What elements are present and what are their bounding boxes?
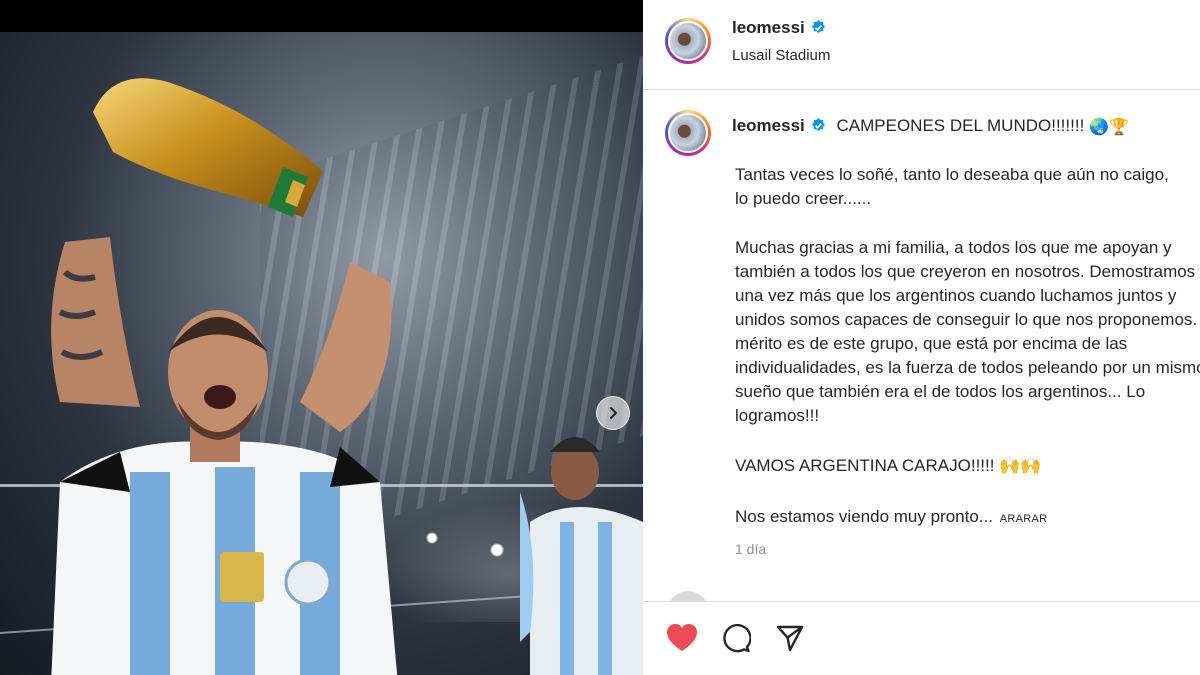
caption-line: unidos somos capaces de conseguir lo que… (735, 310, 1200, 329)
world-cup-trophy (78, 72, 348, 242)
caption-avatar[interactable] (665, 110, 711, 156)
comment-icon (723, 623, 751, 653)
post-details-panel: leomessi Lusail Stadium leomessi CAMPEON… (643, 0, 1200, 675)
actions-divider (643, 601, 1200, 602)
action-bar (665, 620, 807, 656)
caption-line: Tantas veces lo soñé, tanto lo deseaba q… (735, 165, 1169, 184)
post-media[interactable] (0, 0, 643, 675)
caption-text: Nos estamos viendo muy pronto... (735, 507, 993, 526)
share-button[interactable] (773, 621, 807, 655)
caption-title-emojis: 🌏🏆 (1089, 119, 1129, 136)
caption-line: una vez más que los argentinos cuando lu… (735, 286, 1177, 305)
caption-line: mérito es de este grupo, que está por en… (735, 334, 1128, 353)
share-icon (776, 625, 804, 652)
caption-line: individualidades, es la fuerza de todos … (735, 358, 1200, 377)
verified-badge-icon (811, 118, 825, 132)
player-figure (40, 232, 460, 675)
caption-line: VAMOS ARGENTINA CARAJO!!!!! 🙌🙌 (735, 456, 1042, 475)
caption-title: CAMPEONES DEL MUNDO!!!!!!! (836, 116, 1085, 135)
comment-avatar-partial (667, 591, 709, 601)
caption-line: sueño que también era el de todos los ar… (735, 382, 1146, 401)
caption-header: leomessi CAMPEONES DEL MUNDO!!!!!!! 🌏🏆 (732, 116, 1129, 137)
like-button[interactable] (665, 621, 699, 655)
caption-line-last: Nos estamos viendo muy pronto... ARARAR (735, 505, 1047, 531)
username-text[interactable]: leomessi (732, 18, 805, 37)
comment-button[interactable] (719, 621, 753, 655)
caption-line: también a todos los que creyeron en noso… (735, 262, 1196, 281)
heart-icon (667, 624, 697, 651)
post-timestamp[interactable]: 1 día (735, 541, 766, 557)
caption-line: Muchas gracias a mi familia, a todos los… (735, 238, 1172, 257)
chevron-right-icon (610, 407, 618, 419)
next-media-button[interactable] (596, 396, 630, 430)
teammate-figure (520, 412, 643, 675)
post-header: leomessi Lusail Stadium (643, 0, 1200, 90)
avatar[interactable] (665, 18, 711, 64)
username-header[interactable]: leomessi (732, 18, 826, 38)
caption-line: logramos!!! (735, 406, 820, 425)
caption-username[interactable]: leomessi (732, 116, 805, 135)
location-link[interactable]: Lusail Stadium (732, 47, 830, 64)
verified-badge-icon (811, 20, 825, 34)
post-photo (0, 32, 643, 675)
more-link[interactable]: ARARAR (1000, 513, 1048, 525)
caption-line: lo puedo creer...... (735, 189, 872, 208)
